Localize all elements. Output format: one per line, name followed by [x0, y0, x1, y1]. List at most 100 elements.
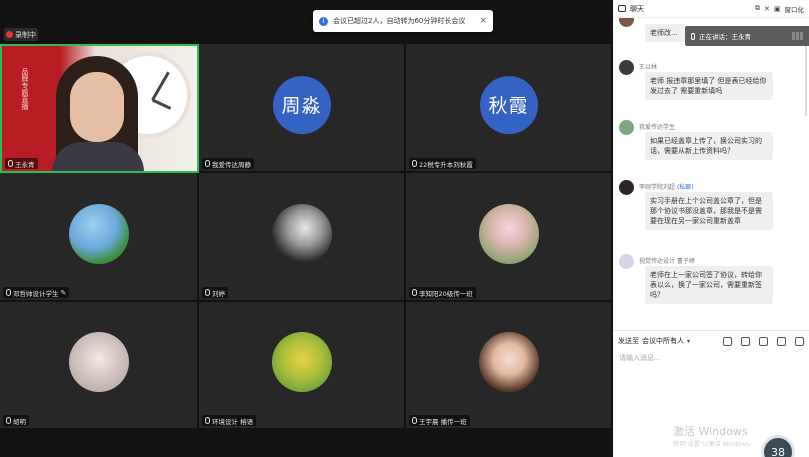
participant-name: 王宇晨 播传一班 [419, 417, 467, 426]
tile-label: 王宇晨 播传一班 [409, 415, 470, 426]
mic-icon [691, 32, 695, 40]
close-icon[interactable]: × [479, 16, 487, 26]
video-grid: 品牌专题直播 王永青 周淼 我爱传达周静 秋霞 22税专升本刘秋霞 邓哲帅设计学… [0, 44, 613, 430]
sender-name-text: 李刚学院刘超 [639, 184, 676, 191]
avatar [271, 332, 332, 392]
video-tile-speaker[interactable]: 品牌专题直播 王永青 [0, 44, 199, 173]
float-window-label[interactable]: 窗口化 [785, 4, 805, 14]
tile-label: 环境设计 榕语 [202, 415, 257, 426]
avatar [619, 120, 634, 135]
message-text: 实习手册在上个公司盖公章了，但是那个协议书那没盖章，那我是不是需要在现在另一家公… [645, 192, 773, 230]
send-to-select[interactable]: 会议中所有人 [642, 336, 684, 346]
chat-icon [618, 5, 626, 12]
mic-icon [6, 289, 11, 296]
mic-icon [412, 160, 417, 167]
video-tile[interactable]: 周淼 我爱传达周静 [199, 44, 406, 173]
recording-badge[interactable]: 录制中 [4, 28, 38, 41]
video-tile[interactable]: 李知阳20级传一班 [406, 173, 613, 302]
notice-text: 会议已超过2人，自动转为60分钟时长会议 [333, 17, 466, 25]
mic-icon [412, 417, 417, 424]
volume-bars-icon [792, 32, 803, 40]
tile-label: 李知阳20级传一班 [409, 287, 476, 298]
tile-label: 胡明 [3, 415, 29, 426]
camera-feed: 品牌专题直播 [2, 46, 197, 171]
avatar [68, 332, 129, 392]
participant-name: 环境设计 榕语 [212, 417, 254, 426]
chat-settings-icon[interactable] [795, 336, 804, 346]
chat-title: 聊天 [630, 4, 644, 13]
video-tile[interactable]: 环境设计 榕语 [199, 302, 406, 430]
avatar [68, 203, 129, 264]
mic-icon [205, 417, 210, 424]
participant-count-badge[interactable]: 38 [761, 435, 795, 457]
screenshot-icon[interactable] [741, 336, 750, 346]
participant-name: 邓哲帅设计学生 [13, 289, 59, 298]
emoji-icon[interactable] [723, 336, 732, 346]
sender-name: 李刚学院刘超 (私聊) [639, 182, 694, 191]
meeting-notice: i 会议已超过2人，自动转为60分钟时长会议 × [313, 10, 493, 32]
send-to-row: 发送至 会议中所有人 ▾ [613, 331, 809, 351]
mic-icon [205, 160, 210, 167]
video-area: 录制中 i 会议已超过2人，自动转为60分钟时长会议 × 品牌专题直播 王永青 … [0, 0, 613, 457]
avatar [619, 254, 634, 269]
participant-name: 胡明 [13, 417, 26, 426]
info-icon: i [319, 16, 328, 26]
name-avatar: 秋霞 [479, 75, 538, 134]
record-dot-icon [6, 31, 13, 38]
mic-icon [6, 417, 11, 424]
sender-name: 我爱传达学生 [639, 124, 676, 131]
tile-label: 刘婷 [202, 287, 228, 298]
sender-name: 王以林 [639, 64, 658, 71]
name-avatar: 周淼 [272, 75, 331, 134]
chat-panel: 聊天 ⧉ ✕ ▣ 窗口化 正在讲话：王永青 老师改… 王以林 老师 报违章那里填… [613, 0, 809, 457]
popout-icon[interactable]: ⧉ [755, 4, 760, 13]
chat-messages: 老师改… 王以林 老师 报违章那里填了 但是表已经给你发过去了 需要重新填吗 我… [613, 18, 809, 330]
announce-icon[interactable] [759, 336, 768, 346]
windows-activation-watermark: 激活 Windows 转到"设置"以激活 Windows。 [673, 423, 755, 448]
close-icon[interactable]: ✕ [764, 5, 770, 13]
chat-scrollbar[interactable] [805, 46, 807, 116]
participant-name: 刘婷 [212, 289, 225, 298]
message-text: 老师改… [645, 24, 685, 42]
tile-label: 22税专升本刘秋霞 [409, 158, 476, 169]
chat-input[interactable]: 请输入消息… [613, 351, 809, 365]
file-icon[interactable] [777, 336, 786, 346]
watermark-title: 激活 Windows [673, 425, 748, 438]
pencil-icon[interactable]: ✎ [61, 289, 67, 297]
video-tile[interactable]: 秋霞 22税专升本刘秋霞 [406, 44, 613, 173]
send-to-label: 发送至 [618, 337, 639, 345]
private-tag: (私聊) [676, 184, 694, 191]
meeting-window: 录制中 i 会议已超过2人，自动转为60分钟时长会议 × 品牌专题直播 王永青 … [0, 0, 809, 457]
avatar [478, 203, 539, 264]
message-text: 老师 报违章那里填了 但是表已经给你发过去了 需要重新填吗 [645, 72, 773, 100]
speaking-label: 正在讲话：王永青 [699, 33, 751, 41]
avatar [271, 203, 332, 264]
participant-name: 王永青 [15, 160, 35, 169]
participant-name: 22税专升本刘秋霞 [419, 160, 473, 169]
speaking-indicator: 正在讲话：王永青 [685, 26, 809, 46]
chevron-down-icon[interactable]: ▾ [687, 338, 690, 345]
message-text: 如果已经盖章上传了，换公司实习的话，需要从新上传资料吗？ [645, 132, 773, 160]
avatar [619, 60, 634, 75]
message-text: 老师在上一家公司签了协议，转给你表以么，换了一家公司，需要重新签吗？ [645, 266, 773, 304]
video-tile[interactable]: 邓哲帅设计学生 ✎ [0, 173, 199, 302]
mic-icon [8, 160, 13, 167]
camera-banner: 品牌专题直播 [21, 68, 29, 110]
tile-label: 王永青 [5, 158, 38, 169]
float-window-icon[interactable]: ▣ [774, 5, 781, 13]
chat-header: 聊天 ⧉ ✕ ▣ 窗口化 [613, 0, 809, 18]
mic-icon [205, 289, 210, 296]
watermark-subtitle: 转到"设置"以激活 Windows。 [673, 441, 756, 448]
video-tile[interactable]: 王宇晨 播传一班 [406, 302, 613, 430]
mic-icon [412, 289, 417, 296]
avatar [619, 180, 634, 195]
participant-name: 我爱传达周静 [212, 160, 251, 169]
chat-input-area: 发送至 会议中所有人 ▾ 请输入消息… 激活 Windows 转到"设置"以激活… [613, 330, 809, 457]
video-tile[interactable]: 刘婷 [199, 173, 406, 302]
tile-label: 邓哲帅设计学生 ✎ [3, 287, 70, 298]
sender-name: 视觉传达设计 曹子婷 [639, 258, 695, 265]
recording-label: 录制中 [15, 30, 36, 39]
avatar [478, 332, 539, 392]
participant-name: 李知阳20级传一班 [419, 289, 473, 298]
video-tile[interactable]: 胡明 [0, 302, 199, 430]
